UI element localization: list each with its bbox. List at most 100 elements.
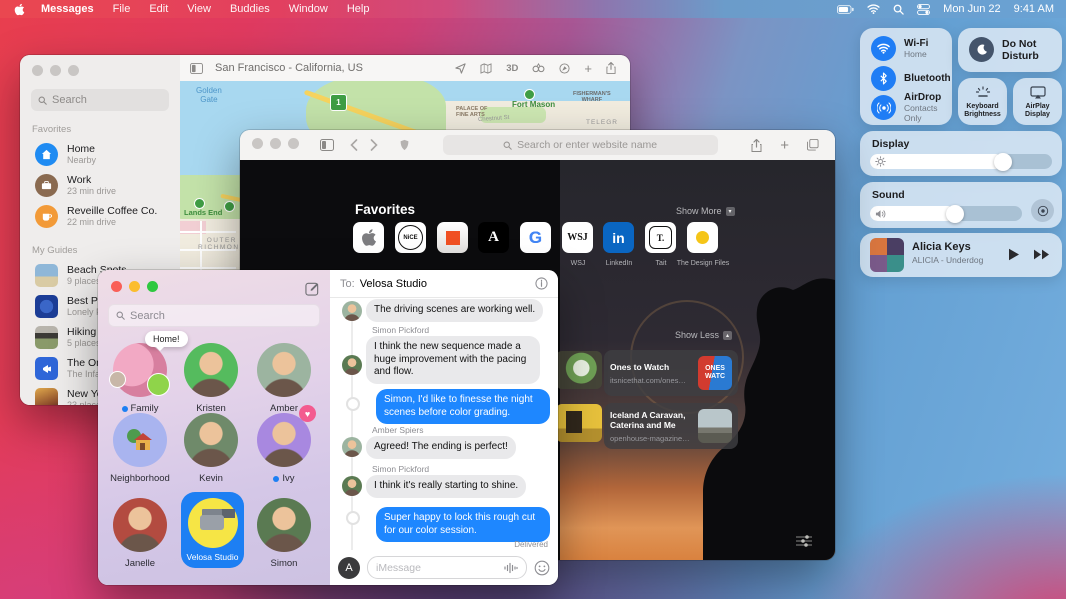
apple-menu-icon[interactable]: [14, 3, 25, 16]
spotlight-icon[interactable]: [893, 4, 904, 15]
contact-kristen[interactable]: Kristen: [175, 343, 247, 414]
menu-help[interactable]: Help: [347, 3, 370, 15]
favorite-its-nice-that[interactable]: NiCE: [395, 222, 426, 253]
bluetooth-control[interactable]: Bluetooth: [871, 66, 951, 91]
maps-favorite-home[interactable]: HomeNearby: [20, 139, 180, 170]
favorite-tait[interactable]: T.: [645, 222, 676, 253]
map-mode-icon[interactable]: [480, 63, 492, 74]
volume-slider[interactable]: [870, 206, 1022, 221]
favorite-linkedin[interactable]: in: [603, 222, 634, 253]
favorite-google[interactable]: G: [520, 222, 551, 253]
maps-search-input[interactable]: Search: [31, 89, 169, 111]
sidebar-toggle-icon[interactable]: [320, 139, 334, 151]
messages-window-controls[interactable]: [111, 279, 165, 297]
airdrop-control[interactable]: AirDropContacts Only: [871, 92, 952, 123]
message-bubble: Simon, I'd like to finesse the night sce…: [376, 389, 550, 424]
show-more-link[interactable]: Show More▾: [676, 206, 735, 216]
do-not-disturb-card[interactable]: Do Not Disturb: [958, 28, 1062, 72]
chevron-up-icon: ▴: [723, 331, 732, 340]
battery-icon[interactable]: [837, 5, 854, 14]
emoji-icon[interactable]: [534, 560, 550, 576]
audio-waveform-icon[interactable]: [504, 562, 518, 574]
map-tree-marker: [524, 89, 535, 100]
favorite-design-files[interactable]: [687, 222, 718, 253]
menu-date[interactable]: Mon Jun 22: [943, 3, 1000, 15]
dome-icon[interactable]: [559, 63, 570, 74]
avatar: [342, 301, 362, 321]
share-icon[interactable]: [751, 139, 762, 152]
back-icon[interactable]: [350, 139, 358, 151]
messages-search-input[interactable]: Search: [108, 304, 320, 327]
info-icon[interactable]: [535, 277, 548, 290]
music-card: Alicia Keys ALICIA - Underdog: [860, 233, 1062, 277]
message-bubble: Agreed! The ending is perfect!: [366, 436, 516, 459]
contact-simon[interactable]: Simon: [248, 498, 320, 569]
frequently-visited-card[interactable]: Iceland A Caravan, Caterina and Meopenho…: [604, 403, 738, 449]
slider-knob[interactable]: [946, 205, 964, 223]
menu-bar: Messages File Edit View Buddies Window H…: [0, 0, 1066, 18]
fast-forward-icon[interactable]: [1034, 249, 1050, 260]
airplay-audio-button[interactable]: [1031, 199, 1054, 222]
tab-overview-icon[interactable]: [807, 139, 819, 151]
projector-avatar: [188, 498, 238, 548]
contact-amber[interactable]: Amber: [248, 343, 320, 414]
share-icon[interactable]: [606, 62, 616, 74]
frequently-visited-card[interactable]: Ones to Watchitsnicethat.com/ones… ONES …: [604, 350, 738, 396]
menu-window[interactable]: Window: [289, 3, 328, 15]
keyboard-brightness-card[interactable]: Keyboard Brightness: [958, 78, 1007, 125]
thumbnail-latte[interactable]: [556, 351, 602, 389]
new-tab-icon[interactable]: +: [780, 137, 789, 154]
forward-icon[interactable]: [370, 139, 378, 151]
contact-kevin[interactable]: Kevin: [175, 413, 247, 484]
safari-url-field[interactable]: Search or enter website name: [443, 135, 718, 155]
maps-favorite-work[interactable]: Work23 min drive: [20, 170, 180, 201]
play-icon[interactable]: [1008, 248, 1020, 261]
contact-family[interactable]: Home! Family: [104, 343, 176, 414]
yellow-dot-glyph: [696, 231, 709, 244]
look-around-icon[interactable]: [532, 63, 545, 73]
favorite-atlantic[interactable]: A: [478, 222, 509, 253]
wifi-control[interactable]: Wi-FiHome: [871, 36, 928, 61]
maps-favorite-coffee[interactable]: Reveille Coffee Co.22 min drive: [20, 201, 180, 232]
menu-view[interactable]: View: [187, 3, 211, 15]
imessage-input[interactable]: iMessage: [367, 556, 527, 579]
airplay-display-card[interactable]: AirPlay Display: [1013, 78, 1062, 125]
control-center-icon[interactable]: [917, 4, 930, 15]
privacy-shield-icon[interactable]: [400, 139, 409, 151]
safari-window-controls[interactable]: [252, 136, 306, 154]
favorite-apple[interactable]: [353, 222, 384, 253]
chevron-down-icon: ▾: [726, 207, 735, 216]
compose-icon[interactable]: [305, 281, 320, 296]
airplay-display-icon: [1013, 86, 1062, 99]
menu-app-name[interactable]: Messages: [41, 3, 94, 15]
sidebar-toggle-icon[interactable]: [190, 63, 203, 74]
add-icon[interactable]: +: [584, 61, 592, 76]
imessage-apps-icon[interactable]: A: [338, 557, 360, 579]
card-thumbnail: ONES WATC: [698, 356, 732, 390]
wifi-icon[interactable]: [867, 4, 880, 14]
menu-time[interactable]: 9:41 AM: [1014, 3, 1054, 15]
display-brightness-slider[interactable]: [870, 154, 1052, 169]
contact-velosa-studio-selected[interactable]: Velosa Studio: [181, 492, 244, 568]
messages-sidebar: Search Home! Family Kristen: [98, 270, 331, 585]
favorite-orange-square[interactable]: [437, 222, 468, 253]
hiking-thumbnail: [35, 326, 58, 349]
menu-file[interactable]: File: [113, 3, 131, 15]
slider-knob[interactable]: [994, 153, 1012, 171]
favorite-wsj[interactable]: WSJ: [562, 222, 593, 253]
settings-sliders-icon[interactable]: [795, 534, 813, 548]
location-arrow-icon[interactable]: [455, 63, 466, 74]
maps-window-controls[interactable]: [20, 55, 180, 81]
map-label-golden-gate: Golden Gate: [196, 86, 222, 104]
contact-neighborhood[interactable]: Neighborhood: [104, 413, 176, 484]
maps-3d-button[interactable]: 3D: [506, 63, 518, 74]
show-less-link[interactable]: Show Less▴: [675, 330, 732, 340]
thumbnail-building[interactable]: [556, 404, 602, 442]
menu-buddies[interactable]: Buddies: [230, 3, 270, 15]
coffee-icon: [35, 205, 58, 228]
message-thread[interactable]: The driving scenes are working well. Sim…: [330, 297, 558, 550]
conversation-pane: To: Velosa Studio The driving scenes are…: [330, 270, 558, 585]
contact-ivy[interactable]: ♥ Ivy: [248, 413, 320, 484]
menu-edit[interactable]: Edit: [149, 3, 168, 15]
home-icon: [35, 143, 58, 166]
